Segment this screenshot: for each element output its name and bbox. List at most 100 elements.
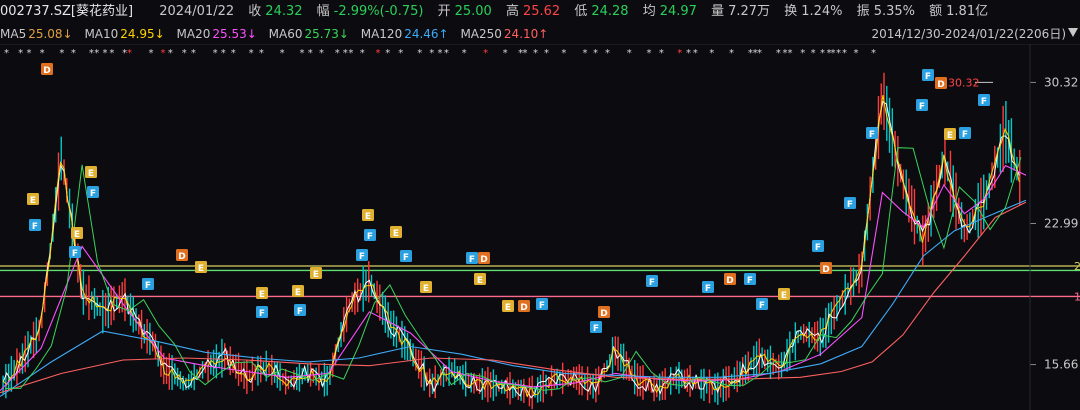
event-star-icon[interactable]: * xyxy=(811,48,816,59)
event-star-icon[interactable]: * xyxy=(437,48,442,59)
signal-badge-letter: F xyxy=(297,307,303,317)
signal-badge-letter: E xyxy=(88,169,94,179)
event-star-icon[interactable]: * xyxy=(729,48,734,59)
event-star-icon[interactable]: * xyxy=(561,48,566,59)
date-range[interactable]: 2014/12/30-2024/01/22(2206日) xyxy=(871,24,1066,44)
dropdown-triangle-icon[interactable] xyxy=(1068,28,1078,37)
event-star-icon[interactable]: * xyxy=(385,48,390,59)
event-star-icon[interactable]: * xyxy=(59,48,64,59)
event-star-icon[interactable]: * xyxy=(444,48,449,59)
event-star-icon[interactable]: * xyxy=(659,48,664,59)
event-star-icon[interactable]: * xyxy=(348,48,353,59)
event-star-icon[interactable]: * xyxy=(842,48,847,59)
y-tick-label: 22.99 xyxy=(1044,216,1078,230)
event-star-icon[interactable]: * xyxy=(231,48,236,59)
event-star-icon[interactable]: * xyxy=(71,48,76,59)
event-star-icon[interactable]: * xyxy=(820,48,825,59)
event-star-icon[interactable]: * xyxy=(18,48,23,59)
event-star-icon[interactable]: * xyxy=(259,48,264,59)
event-star-icon[interactable]: * xyxy=(308,48,313,59)
event-star-icon[interactable]: * xyxy=(462,48,467,59)
event-star-icon[interactable]: * xyxy=(605,48,610,59)
signal-badge-letter: F xyxy=(962,130,968,140)
event-star-icon[interactable]: * xyxy=(213,48,218,59)
event-star-icon[interactable]: * xyxy=(871,48,876,59)
ma10-value: 24.95↓ xyxy=(120,27,165,41)
event-star-icon[interactable]: * xyxy=(646,48,651,59)
event-star-icon[interactable]: * xyxy=(709,48,714,59)
signal-badge-letter: E xyxy=(259,290,265,300)
signal-badge-letter: F xyxy=(847,200,853,210)
ma20-line xyxy=(0,164,1027,392)
event-star-icon[interactable]: * xyxy=(168,48,173,59)
event-star-icon[interactable]: * xyxy=(191,48,196,59)
signal-badge-letter: D xyxy=(178,252,185,262)
event-star-icon[interactable]: * xyxy=(677,48,682,59)
event-star-icon[interactable]: * xyxy=(182,48,187,59)
low-value: 24.28 xyxy=(591,4,629,19)
event-star-icon[interactable]: * xyxy=(800,48,805,59)
event-star-icon[interactable]: * xyxy=(417,48,422,59)
event-star-icon[interactable]: * xyxy=(40,48,45,59)
event-star-icon[interactable]: * xyxy=(335,48,340,59)
ma250-value: 24.10↑ xyxy=(503,27,549,41)
event-star-icon[interactable]: * xyxy=(627,48,632,59)
event-star-icon[interactable]: * xyxy=(503,48,508,59)
ma60-line xyxy=(5,147,1022,391)
event-star-icon[interactable]: * xyxy=(583,48,588,59)
event-star-icon[interactable]: * xyxy=(429,48,434,59)
high-value: 25.62 xyxy=(522,4,561,19)
event-star-icon[interactable]: * xyxy=(94,48,99,59)
event-star-icon[interactable]: * xyxy=(787,48,792,59)
event-star-icon[interactable]: * xyxy=(853,48,858,59)
event-star-icon[interactable]: * xyxy=(280,48,285,59)
stock-code[interactable]: 002737.SZ[葵花药业] xyxy=(0,4,133,19)
event-star-icon[interactable]: * xyxy=(160,48,165,59)
event-star-icon[interactable]: * xyxy=(102,48,107,59)
event-star-icon[interactable]: * xyxy=(343,48,348,59)
event-star-icon[interactable]: * xyxy=(593,48,598,59)
signal-badge-letter: F xyxy=(747,276,753,286)
event-star-icon[interactable]: * xyxy=(776,48,781,59)
signal-badge-letter: F xyxy=(981,97,987,107)
event-star-icon[interactable]: * xyxy=(533,48,538,59)
max-price-label: 30.32 xyxy=(948,76,980,89)
signal-badge-letter: E xyxy=(74,230,80,240)
signal-badge-letter: E xyxy=(393,229,399,239)
event-star-icon[interactable]: * xyxy=(249,48,254,59)
amount-label: 额 xyxy=(929,4,943,19)
signal-badge-letter: E xyxy=(947,131,953,141)
event-star-icon[interactable]: * xyxy=(483,48,488,59)
event-star-icon[interactable]: * xyxy=(127,48,132,59)
signal-badge-letter: F xyxy=(469,255,475,265)
event-star-icon[interactable]: * xyxy=(148,48,153,59)
ma5-value: 25.08↓ xyxy=(28,27,73,41)
event-star-icon[interactable]: * xyxy=(221,48,226,59)
signal-badge-letter: F xyxy=(367,232,373,242)
signal-badge-letter: E xyxy=(313,270,319,280)
ma120-value: 24.46↑ xyxy=(404,27,449,41)
event-star-icon[interactable]: * xyxy=(4,48,9,59)
event-star-icon[interactable]: * xyxy=(693,48,698,59)
signal-badge-letter: F xyxy=(919,102,925,112)
signal-badge-letter: D xyxy=(937,80,944,90)
event-star-icon[interactable]: * xyxy=(26,48,31,59)
event-star-icon[interactable]: * xyxy=(523,48,528,59)
event-star-icon[interactable]: * xyxy=(89,48,94,59)
event-star-icon[interactable]: * xyxy=(375,48,380,59)
signal-badge-letter: F xyxy=(705,284,711,294)
event-star-icon[interactable]: * xyxy=(109,48,114,59)
event-star-icon[interactable]: * xyxy=(757,48,762,59)
event-star-icon[interactable]: * xyxy=(836,48,841,59)
signal-badge-letter: F xyxy=(90,189,96,199)
event-star-icon[interactable]: * xyxy=(360,48,365,59)
event-star-icon[interactable]: * xyxy=(544,48,549,59)
event-star-icon[interactable]: * xyxy=(830,48,835,59)
event-star-icon[interactable]: * xyxy=(299,48,304,59)
event-star-icon[interactable]: * xyxy=(398,48,403,59)
kline-chart[interactable]: * * * * * * * * * * * * * * * * * * * * * * * * * * * * * * * * * * * * * * * *… xyxy=(0,44,1080,410)
event-star-icon[interactable]: * xyxy=(686,48,691,59)
turnover-value: 1.24% xyxy=(801,4,843,19)
signal-badge-letter: D xyxy=(822,265,829,275)
event-star-icon[interactable]: * xyxy=(319,48,324,59)
